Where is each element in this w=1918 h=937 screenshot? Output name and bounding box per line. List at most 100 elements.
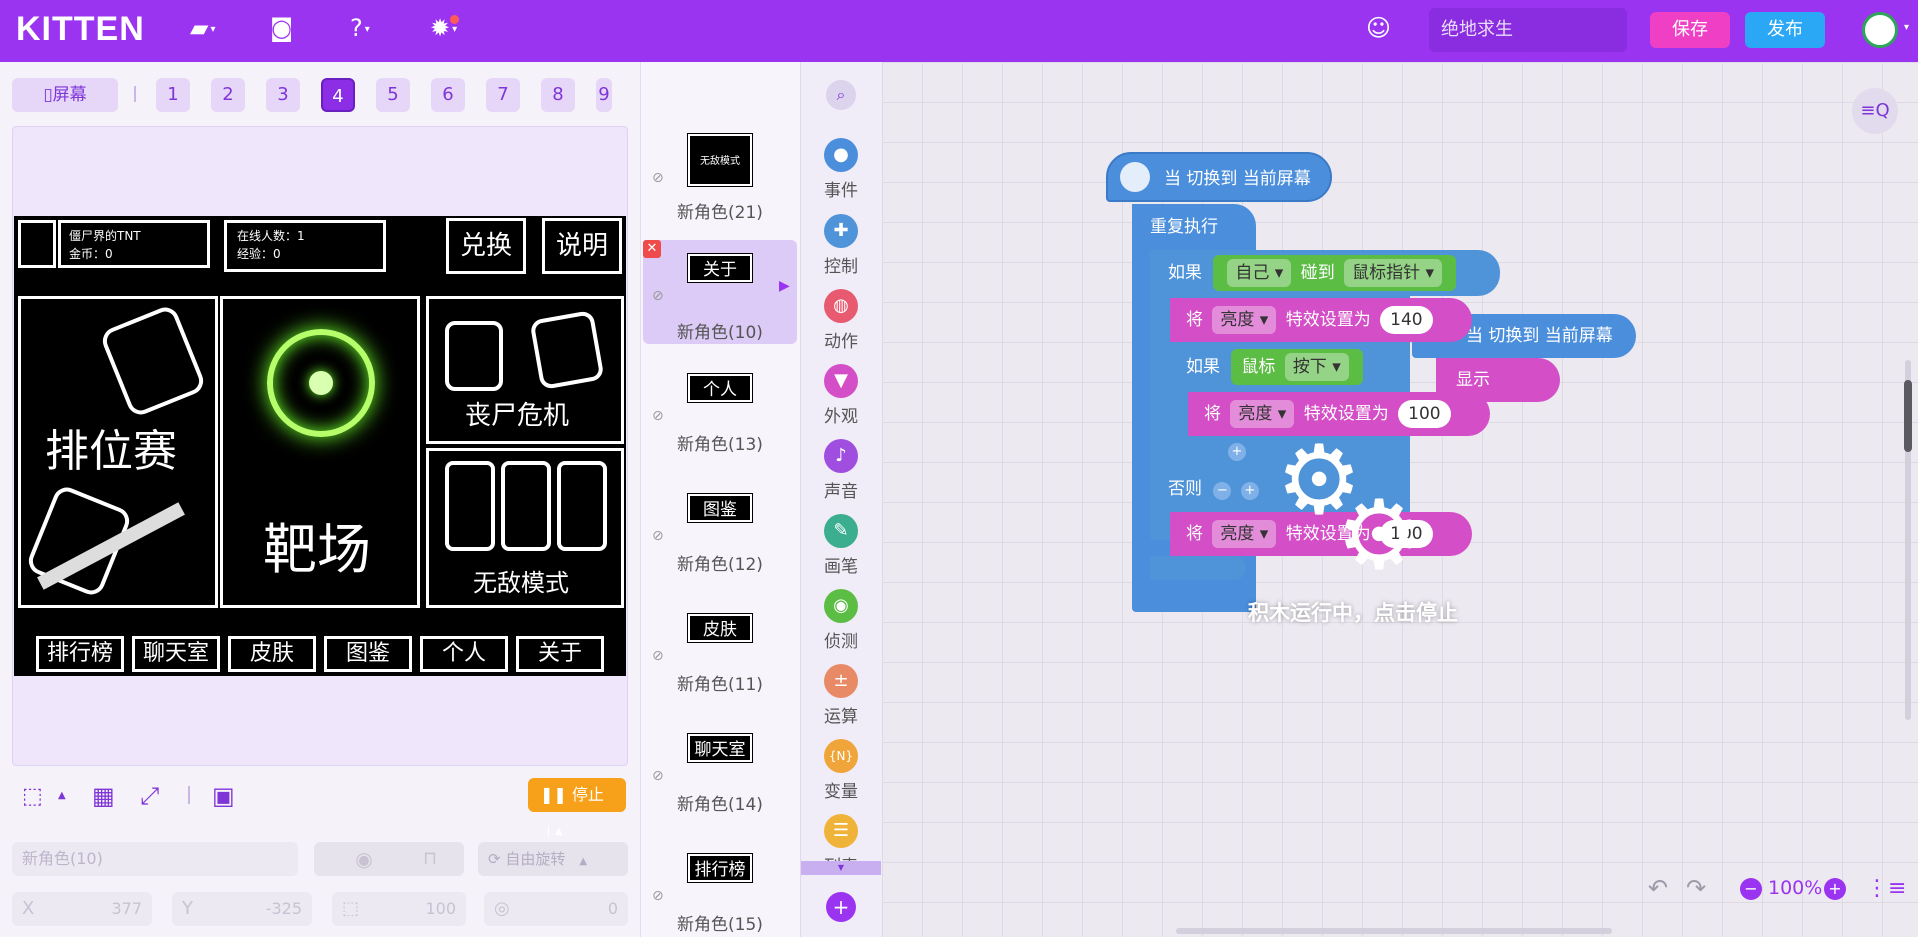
game-canvas[interactable]: 僵尸界的TNT 金币：0 在线人数：1 经验：0 兑换 说明 排位赛 靶场 丧尸… [14,216,626,676]
effect-value-input[interactable]: 100 [1398,400,1451,428]
leaderboard-button[interactable]: 排行榜 [36,636,124,672]
category-looks[interactable]: ▼ 外观 [800,364,882,427]
effect-dropdown[interactable]: 亮度 ▾ [1212,306,1277,334]
repeat-block[interactable]: 重复执行 [1132,204,1256,250]
screen-tab-2[interactable]: 2 [211,78,245,112]
zoom-in-button[interactable]: + [1824,878,1846,900]
stage-size-icon[interactable]: ⬚ [22,784,43,809]
chatroom-button[interactable]: 聊天室 [132,636,220,672]
when-screen-switch-block[interactable]: 当 切换到 当前屏幕 [1106,152,1332,202]
lock-icon[interactable]: ⊓ [396,842,464,876]
grid-icon[interactable]: ▦ [92,782,115,810]
category-sound[interactable]: ♪ 声音 [800,439,882,502]
category-event[interactable]: ● 事件 [800,138,882,201]
zombie-mode-card[interactable]: 丧尸危机 [426,296,624,444]
shooting-range-card[interactable]: 靶场 [220,296,420,608]
category-sensing[interactable]: ◉ 侦测 [800,589,882,652]
category-list[interactable]: ☰列表 [800,814,882,864]
folder-icon[interactable]: ▰ ▾ [190,14,216,42]
size-field[interactable]: ⬚ 100 [332,892,466,926]
else-block[interactable]: 否则 − + [1150,470,1290,508]
x-field[interactable]: X 377 [12,892,152,926]
backpack-icon[interactable]: ◙ [270,14,293,42]
screen-tab-1[interactable]: 1 [156,78,190,112]
running-stop-hint[interactable]: 积木运行中，点击停止 [1248,597,1458,627]
screen-list-button[interactable]: ▯屏幕 [12,78,118,112]
delete-sprite-icon[interactable]: ✕ [643,240,661,258]
sprite-item[interactable]: 聊天室 ⊘ 新角色(14) [643,720,797,824]
add-user-icon[interactable]: ☺ [1366,14,1391,42]
about-button[interactable]: 关于 [516,636,604,672]
sprite-item[interactable]: 皮肤 ⊘ 新角色(11) [643,600,797,704]
align-blocks-icon[interactable]: ⋮≡ [1866,876,1906,901]
chevron-up-icon[interactable]: ▲ [58,790,66,801]
category-motion[interactable]: ◍ 动作 [800,289,882,352]
project-name-input[interactable]: 绝地求生 [1429,8,1627,52]
eye-off-icon[interactable]: ⊘ [652,888,664,904]
exchange-button[interactable]: 兑换 [446,218,526,274]
sprite-item[interactable]: 排行榜 ⊘ 新角色(15) [643,840,797,937]
info-button[interactable]: 说明 [542,218,622,274]
chevron-down-icon[interactable]: ▾ [1904,22,1909,33]
add-extension-button[interactable]: + [826,892,856,922]
sprite-item[interactable]: 图鉴 ⊘ 新角色(12) [643,480,797,584]
screen-tab-5[interactable]: 5 [376,78,410,112]
eye-off-icon[interactable]: ⊘ [652,768,664,784]
sprite-item[interactable]: 无敌模式 ⊘ 新角色(21) [643,122,797,226]
skin-button[interactable]: 皮肤 [228,636,316,672]
mouse-condition[interactable]: 鼠标 按下 ▾ [1231,349,1363,385]
gallery-button[interactable]: 图鉴 [324,636,412,672]
undo-icon[interactable]: ↶ [1648,874,1668,902]
add-branch-icon[interactable]: + [1228,443,1246,461]
search-icon[interactable]: ⌕ [826,80,856,110]
sprite-name-input[interactable]: 新角色(10) [12,842,298,876]
eye-off-icon[interactable]: ⊘ [652,648,664,664]
avatar[interactable] [1862,12,1898,48]
set-effect-block[interactable]: 将 亮度 ▾ 特效设置为 140 [1170,298,1472,342]
touching-condition[interactable]: 自己 ▾ 碰到 鼠标指针 ▾ [1213,255,1457,291]
present-icon[interactable]: ▣ [212,782,235,810]
invincible-mode-card[interactable]: 无敌模式 [426,448,624,608]
eye-off-icon[interactable]: ⊘ [652,170,664,186]
sprite-item[interactable]: 个人 ⊘ 新角色(13) [643,360,797,464]
category-operator[interactable]: ± 运算 [800,664,882,727]
rotation-select[interactable]: ⟳ 自由旋转 ▲ [478,842,628,876]
chevron-right-icon[interactable]: ▶ [779,278,790,294]
screen-tab-4[interactable]: 4 [321,78,355,112]
if-block[interactable]: 如果 自己 ▾ 碰到 鼠标指针 ▾ [1150,250,1500,296]
if-block[interactable]: 如果 鼠标 按下 ▾ [1170,344,1406,390]
vertical-scrollbar-thumb[interactable] [1904,380,1912,452]
mouse-state-dropdown[interactable]: 按下 ▾ [1284,353,1349,381]
sprite-item-selected[interactable]: 关于 ⊘ 新角色(10) ▶ [643,240,797,344]
remove-branch-icon[interactable]: − [1213,482,1232,500]
y-field[interactable]: Y -325 [172,892,312,926]
screen-tab-3[interactable]: 3 [266,78,300,112]
ranked-mode-card[interactable]: 排位赛 [18,296,218,608]
chevron-down-icon[interactable]: ▼ [801,861,881,875]
screen-tab-8[interactable]: 8 [541,78,575,112]
profile-button[interactable]: 个人 [420,636,508,672]
eye-off-icon[interactable]: ⊘ [652,528,664,544]
effect-value-input[interactable]: 140 [1380,306,1433,334]
effect-dropdown[interactable]: 亮度 ▾ [1212,520,1277,548]
screen-tab-7[interactable]: 7 [486,78,520,112]
gear-icon[interactable]: ⚙ [1336,487,1422,583]
target-dropdown[interactable]: 自己 ▾ [1227,259,1292,287]
publish-button[interactable]: 发布 [1745,12,1825,48]
category-variable[interactable]: {N} 变量 [800,739,882,802]
category-control[interactable]: ✚ 控制 [800,214,882,277]
save-button[interactable]: 保存 [1650,12,1730,48]
zoom-out-button[interactable]: − [1740,878,1762,900]
add-branch-icon[interactable]: + [1240,482,1259,500]
eye-off-icon[interactable]: ⊘ [652,408,664,424]
block-search-icon[interactable]: ≡Q [1852,88,1898,134]
help-icon[interactable]: ? ▾ [350,14,370,42]
screen-tab-9[interactable]: 9 [596,78,612,112]
app-logo[interactable]: KITTEN [16,10,145,49]
fullscreen-icon[interactable]: ⤢ [140,782,159,810]
category-pen[interactable]: ✎ 画笔 [800,514,882,577]
chevron-up-icon[interactable]: ▲ [548,826,563,837]
object-dropdown[interactable]: 鼠标指针 ▾ [1344,259,1443,287]
direction-field[interactable]: ◎ 0 [484,892,628,926]
eye-off-icon[interactable]: ⊘ [652,288,664,304]
